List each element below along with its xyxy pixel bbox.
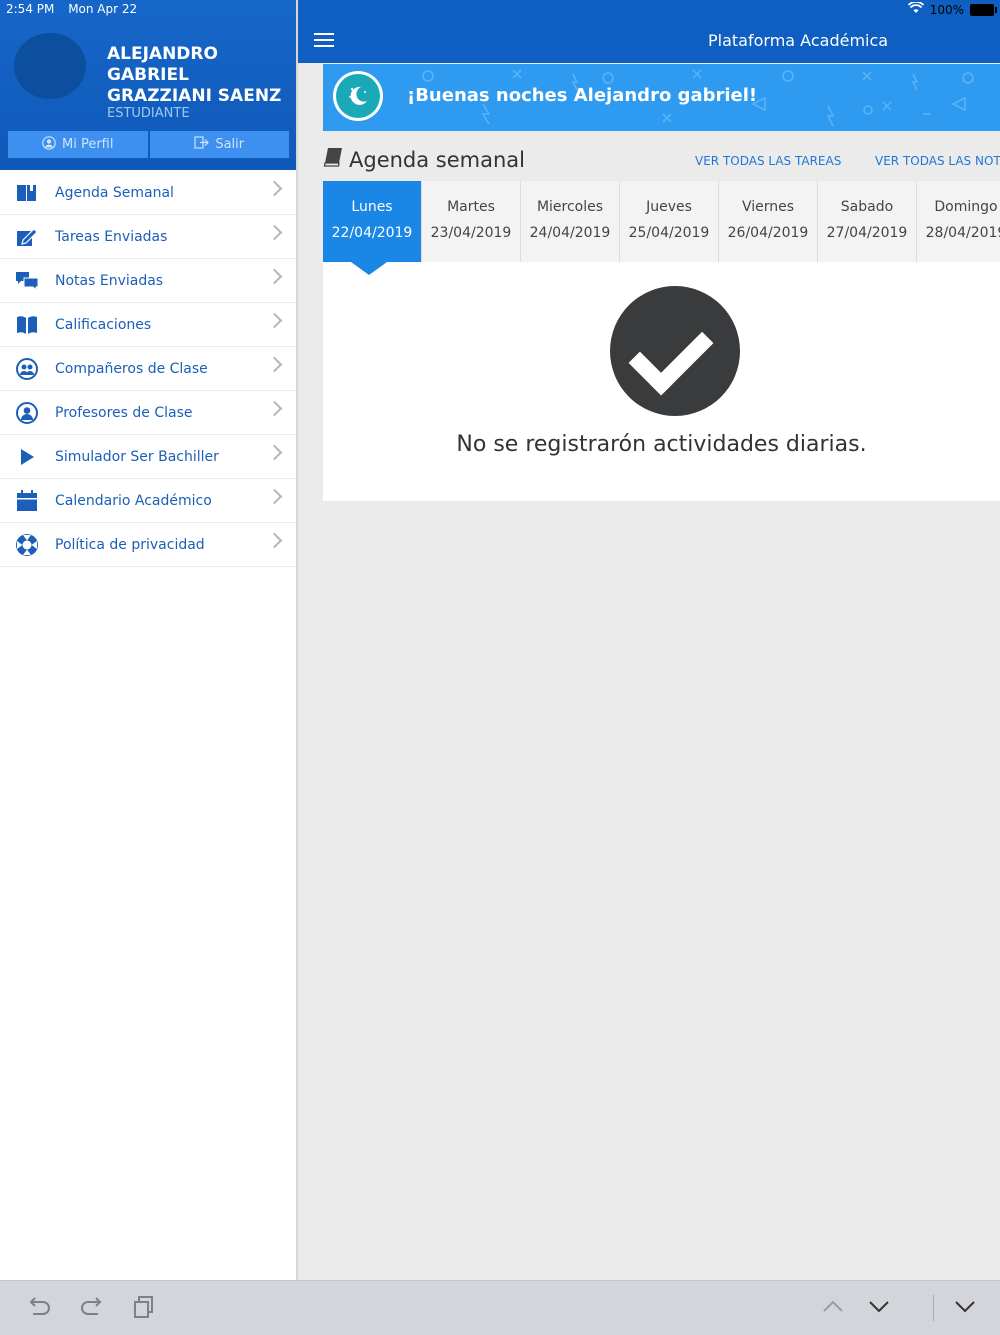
chevron-down-icon[interactable]: [868, 1296, 890, 1322]
calendar-icon: [15, 489, 39, 513]
sidebar-item-label: Simulador Ser Bachiller: [55, 448, 219, 465]
sidebar-item-tareas-enviadas[interactable]: Tareas Enviadas: [0, 215, 296, 259]
undo-icon[interactable]: [27, 1296, 51, 1324]
toolbar-divider: [933, 1295, 934, 1321]
chevron-right-icon: [266, 224, 283, 241]
sidebar-item-label: Tareas Enviadas: [55, 228, 168, 245]
sidebar-item-simulador[interactable]: Simulador Ser Bachiller: [0, 435, 296, 479]
agenda-header: Agenda semanal VER TODAS LAS TAREAS VER …: [323, 145, 1000, 175]
tab-viernes[interactable]: Viernes 26/04/2019: [719, 181, 818, 262]
user-circle-icon: [42, 135, 56, 154]
keyboard-toolbar: [0, 1280, 1000, 1335]
view-all-notes-link[interactable]: VER TODAS LAS NOTAS: [875, 154, 1000, 168]
day-tabs: Lunes 22/04/2019 Martes 23/04/2019 Miercol…: [323, 181, 1000, 262]
redo-icon[interactable]: [80, 1296, 104, 1324]
tab-domingo[interactable]: Domingo 28/04/2019: [917, 181, 1000, 262]
view-all-tasks-link[interactable]: VER TODAS LAS TAREAS: [695, 154, 841, 168]
sidebar-item-label: Calendario Académico: [55, 492, 212, 509]
logout-button[interactable]: Salir: [149, 131, 289, 158]
tab-jueves[interactable]: Jueves 25/04/2019: [620, 181, 719, 262]
chevron-right-icon: [266, 268, 283, 285]
tab-sabado[interactable]: Sabado 27/04/2019: [818, 181, 917, 262]
sidebar-item-calificaciones[interactable]: Calificaciones: [0, 303, 296, 347]
status-time: 2:54 PM: [6, 2, 55, 16]
chevron-right-icon: [266, 400, 283, 417]
sidebar-item-agenda-semanal[interactable]: Agenda Semanal: [0, 171, 296, 215]
sidebar-menu: Agenda Semanal Tareas Enviadas Notas Env…: [0, 171, 296, 567]
sidebar-item-profesores[interactable]: Profesores de Clase: [0, 391, 296, 435]
chat-icon: [15, 269, 39, 293]
logout-icon: [194, 136, 210, 153]
chevron-right-icon: [266, 532, 283, 549]
chevron-right-icon: [266, 444, 283, 461]
sidebar-item-label: Calificaciones: [55, 316, 152, 333]
wifi-icon: [907, 1, 924, 17]
logout-label: Salir: [215, 137, 245, 152]
sidebar-item-label: Compañeros de Clase: [55, 360, 208, 377]
sidebar-item-label: Profesores de Clase: [55, 404, 193, 421]
hamburger-menu-icon[interactable]: [314, 33, 334, 51]
chevron-right-icon: [266, 488, 283, 505]
sidebar: ALEJANDRO GABRIEL GRAZZIANI SAENZ ESTUDI…: [0, 0, 298, 1280]
clipboard-icon[interactable]: [134, 1296, 154, 1324]
book-icon: [323, 147, 343, 172]
open-book-icon: [15, 313, 39, 337]
my-profile-label: Mi Perfil: [62, 137, 114, 152]
lifebuoy-icon: [15, 533, 39, 557]
status-date: Mon Apr 22: [68, 2, 138, 16]
dismiss-keyboard-icon[interactable]: [954, 1296, 976, 1322]
chevron-right-icon: [266, 312, 283, 329]
agenda-title: Agenda semanal: [349, 147, 525, 172]
tab-miercoles[interactable]: Miercoles 24/04/2019: [521, 181, 620, 262]
battery-icon: [970, 3, 997, 16]
profile-header: ALEJANDRO GABRIEL GRAZZIANI SAENZ ESTUDI…: [0, 0, 296, 170]
book-icon: [15, 181, 39, 205]
app-title: Plataforma Académica: [708, 31, 889, 50]
active-tab-pointer: [351, 262, 387, 275]
sidebar-item-privacidad[interactable]: Política de privacidad: [0, 523, 296, 567]
battery-percent: 100%: [929, 2, 964, 17]
edit-icon: [15, 225, 39, 249]
avatar[interactable]: [14, 33, 86, 99]
chevron-right-icon: [266, 356, 283, 373]
chevron-right-icon: [266, 180, 283, 197]
sidebar-item-notas-enviadas[interactable]: Notas Enviadas: [0, 259, 296, 303]
users-icon: [15, 357, 39, 381]
sidebar-item-label: Notas Enviadas: [55, 272, 164, 289]
night-moon-icon: [333, 71, 383, 121]
status-bar: 2:54 PM Mon Apr 22 100%: [0, 0, 1000, 20]
my-profile-button[interactable]: Mi Perfil: [8, 131, 148, 158]
sidebar-item-label: Política de privacidad: [55, 536, 205, 553]
sidebar-item-companeros[interactable]: Compañeros de Clase: [0, 347, 296, 391]
profile-role: ESTUDIANTE: [107, 106, 190, 121]
sidebar-item-label: Agenda Semanal: [55, 184, 174, 201]
user-icon: [15, 401, 39, 425]
tab-martes[interactable]: Martes 23/04/2019: [422, 181, 521, 262]
sidebar-item-calendario[interactable]: Calendario Académico: [0, 479, 296, 523]
check-circle-icon: [610, 286, 740, 416]
chevron-up-icon[interactable]: [822, 1296, 844, 1322]
greeting-text: ¡Buenas noches Alejandro gabriel!: [407, 85, 758, 106]
profile-name: ALEJANDRO GABRIEL GRAZZIANI SAENZ: [107, 44, 282, 106]
empty-state-message: No se registrarón actividades diarias.: [456, 432, 867, 457]
agenda-content: No se registrarón actividades diarias.: [323, 262, 1000, 501]
play-icon: [15, 445, 39, 469]
tab-lunes[interactable]: Lunes 22/04/2019: [323, 181, 422, 262]
greeting-banner: ¡Buenas noches Alejandro gabriel!: [323, 64, 1000, 131]
